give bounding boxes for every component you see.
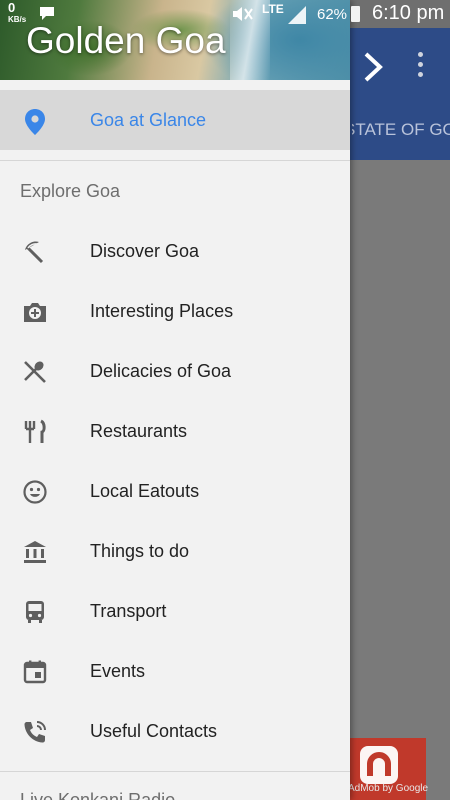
nav-item-label: Transport [90,601,167,621]
status-bar: 0 KB/s LTE 62% 6:10 pm [0,0,450,28]
signal-icon [286,6,308,29]
nav-item-label: Interesting Places [90,301,234,321]
nav-item-label: Local Eatouts [90,481,200,501]
message-icon [38,5,56,26]
nav-item-useful-contacts[interactable]: Useful Contacts [0,701,350,761]
nav-item-local-eatouts[interactable]: Local Eatouts [0,461,350,521]
next-arrow-icon[interactable] [360,50,386,84]
nav-item-discover-goa[interactable]: Discover Goa [0,221,350,281]
nav-item-things-to-do[interactable]: Things to do [0,521,350,581]
nav-item-label: Goa at Glance [90,110,207,130]
ad-text: AdMob by Google [348,783,429,794]
app-subtitle: STATE OF GOA [352,120,450,139]
clock: 6:10 pm [372,2,445,24]
divider [0,771,350,772]
nav-item-goa-at-glance[interactable]: Goa at Glance [0,90,350,150]
nav-item-label: Useful Contacts [90,721,218,741]
section-header-radio: Live Konkani Radio [20,790,176,800]
location-pin-icon [24,108,46,141]
network-type: LTE [262,2,284,16]
calendar-icon [22,659,48,685]
nav-item-label: Discover Goa [90,241,200,261]
mute-icon [230,4,254,29]
section-header: Explore Goa [20,181,121,201]
phone-call-icon [22,719,48,745]
nav-item-restaurants[interactable]: Restaurants [0,401,350,461]
nav-item-label: Events [90,661,146,681]
nav-item-transport[interactable]: Transport [0,581,350,641]
nav-item-interesting-places[interactable]: Interesting Places [0,281,350,341]
nav-item-label: Restaurants [90,421,188,441]
fork-knife-icon [22,419,48,445]
divider [0,160,350,161]
nav-item-label: Things to do [90,541,190,561]
camera-add-icon [22,299,48,325]
battery-icon [351,6,360,22]
museum-icon [22,539,48,565]
navigation-drawer: Golden Goa Goa at Glance Explore Goa Dis… [0,0,350,800]
nav-item-delicacies-of-goa[interactable]: Delicacies of Goa [0,341,350,401]
nav-item-label: Delicacies of Goa [90,361,232,381]
more-options-icon[interactable] [414,52,426,82]
battery-percent: 62% [317,6,348,23]
nav-item-events[interactable]: Events [0,641,350,701]
smiley-icon [22,479,48,505]
spoon-fork-cross-icon [22,359,48,385]
data-speed: 0 KB/s [8,0,27,24]
beach-umbrella-icon [22,239,48,265]
bus-icon [22,599,48,625]
